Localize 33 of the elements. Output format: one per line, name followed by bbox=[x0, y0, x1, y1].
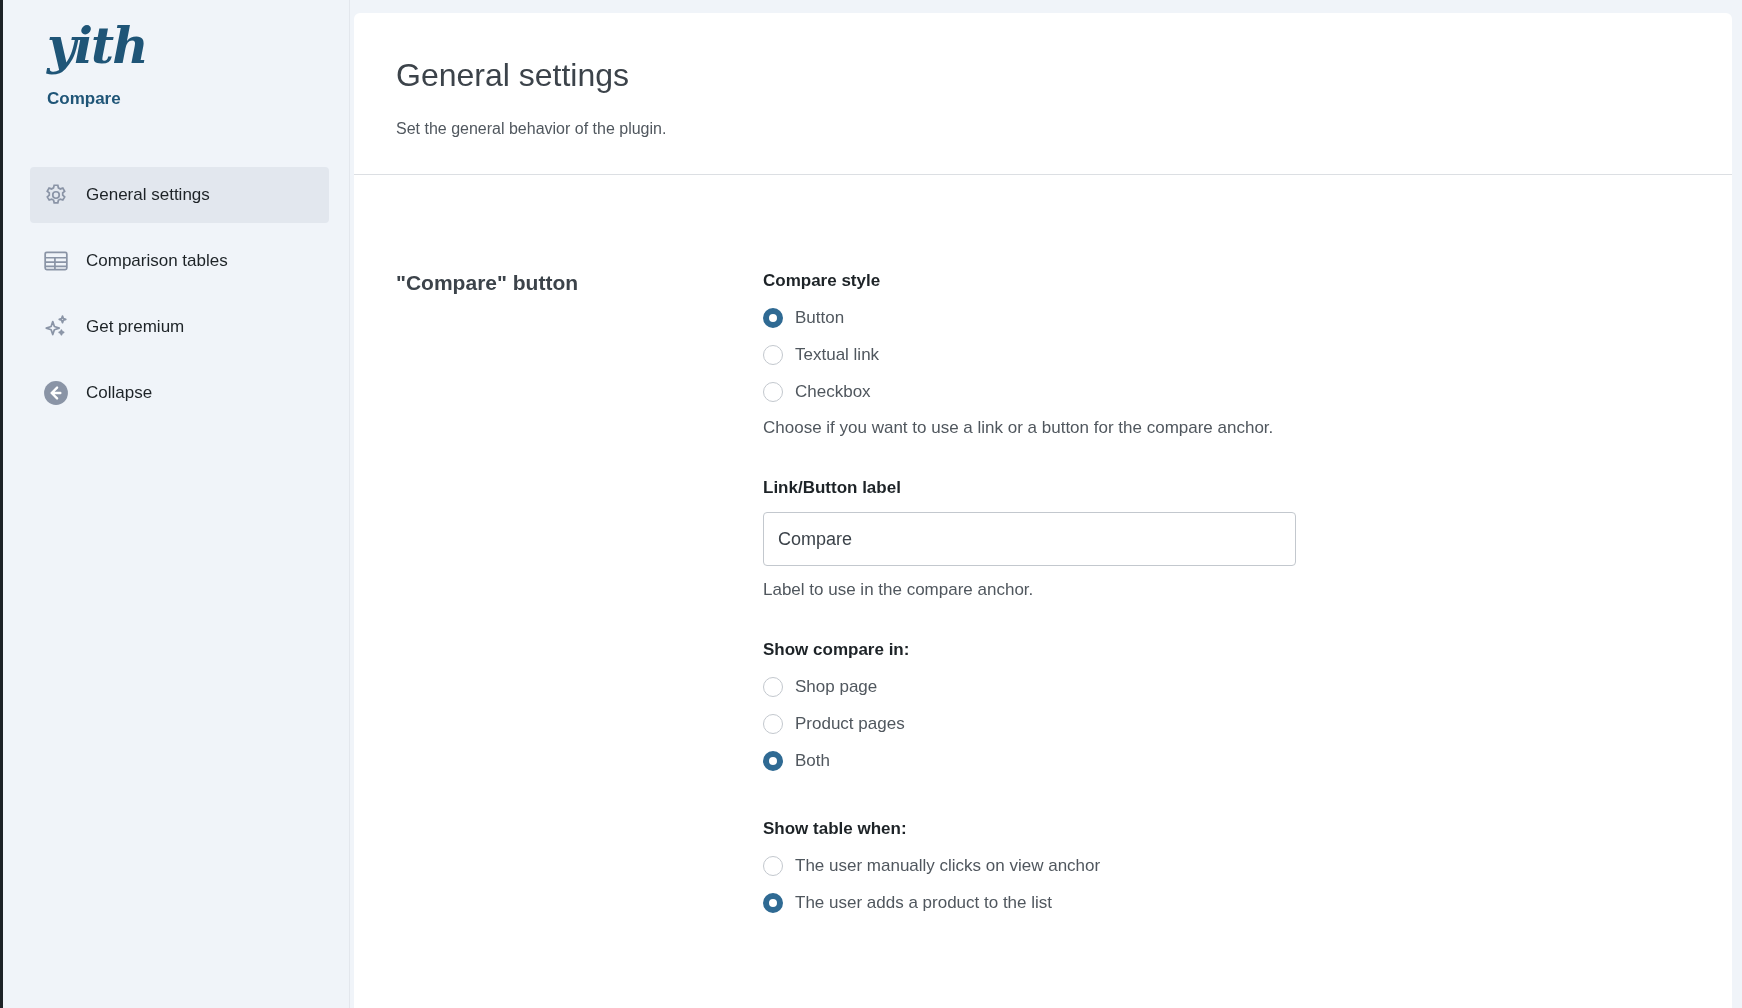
field-description: Label to use in the compare anchor. bbox=[763, 580, 1035, 600]
radio-button[interactable] bbox=[763, 855, 783, 876]
sidebar-item[interactable]: General settings bbox=[30, 167, 329, 223]
page-title: General settings bbox=[396, 57, 630, 94]
brand-logo: yith bbox=[47, 16, 147, 75]
radio-button[interactable] bbox=[763, 307, 783, 328]
table-icon bbox=[43, 248, 69, 274]
radio-label[interactable]: The user adds a product to the list bbox=[795, 892, 1053, 913]
radio-button[interactable] bbox=[763, 750, 783, 771]
radio-button[interactable] bbox=[763, 344, 783, 365]
page-subtitle: Set the general behavior of the plugin. bbox=[396, 120, 668, 138]
field-description: Choose if you want to use a link or a button for the compare anchor. bbox=[763, 418, 1275, 438]
field-label: Show table when: bbox=[763, 819, 908, 839]
sidebar-item[interactable]: Get premium bbox=[30, 299, 329, 355]
radio-label[interactable]: Both bbox=[795, 750, 830, 771]
radio-label[interactable]: Checkbox bbox=[795, 381, 871, 402]
field-label: Show compare in: bbox=[763, 640, 911, 660]
sidebar-item[interactable]: Collapse bbox=[30, 365, 329, 421]
product-name: Compare bbox=[47, 89, 121, 109]
radio-button[interactable] bbox=[763, 381, 783, 402]
radio-button[interactable] bbox=[763, 892, 783, 913]
input-field[interactable]: Compare bbox=[763, 512, 1296, 566]
field-label: Link/Button label bbox=[763, 478, 902, 498]
radio-button[interactable] bbox=[763, 676, 783, 697]
sidebar-item[interactable]: Comparison tables bbox=[30, 233, 329, 289]
section-title: "Compare" button bbox=[396, 271, 580, 295]
field-label: Compare style bbox=[763, 271, 882, 291]
radio-label[interactable]: The user manually clicks on view anchor bbox=[795, 855, 1101, 876]
radio-label[interactable]: Shop page bbox=[795, 676, 878, 697]
radio-label[interactable]: Textual link bbox=[795, 344, 880, 365]
radio-label[interactable]: Button bbox=[795, 307, 845, 328]
radio-label[interactable]: Product pages bbox=[795, 713, 905, 734]
radio-button[interactable] bbox=[763, 713, 783, 734]
